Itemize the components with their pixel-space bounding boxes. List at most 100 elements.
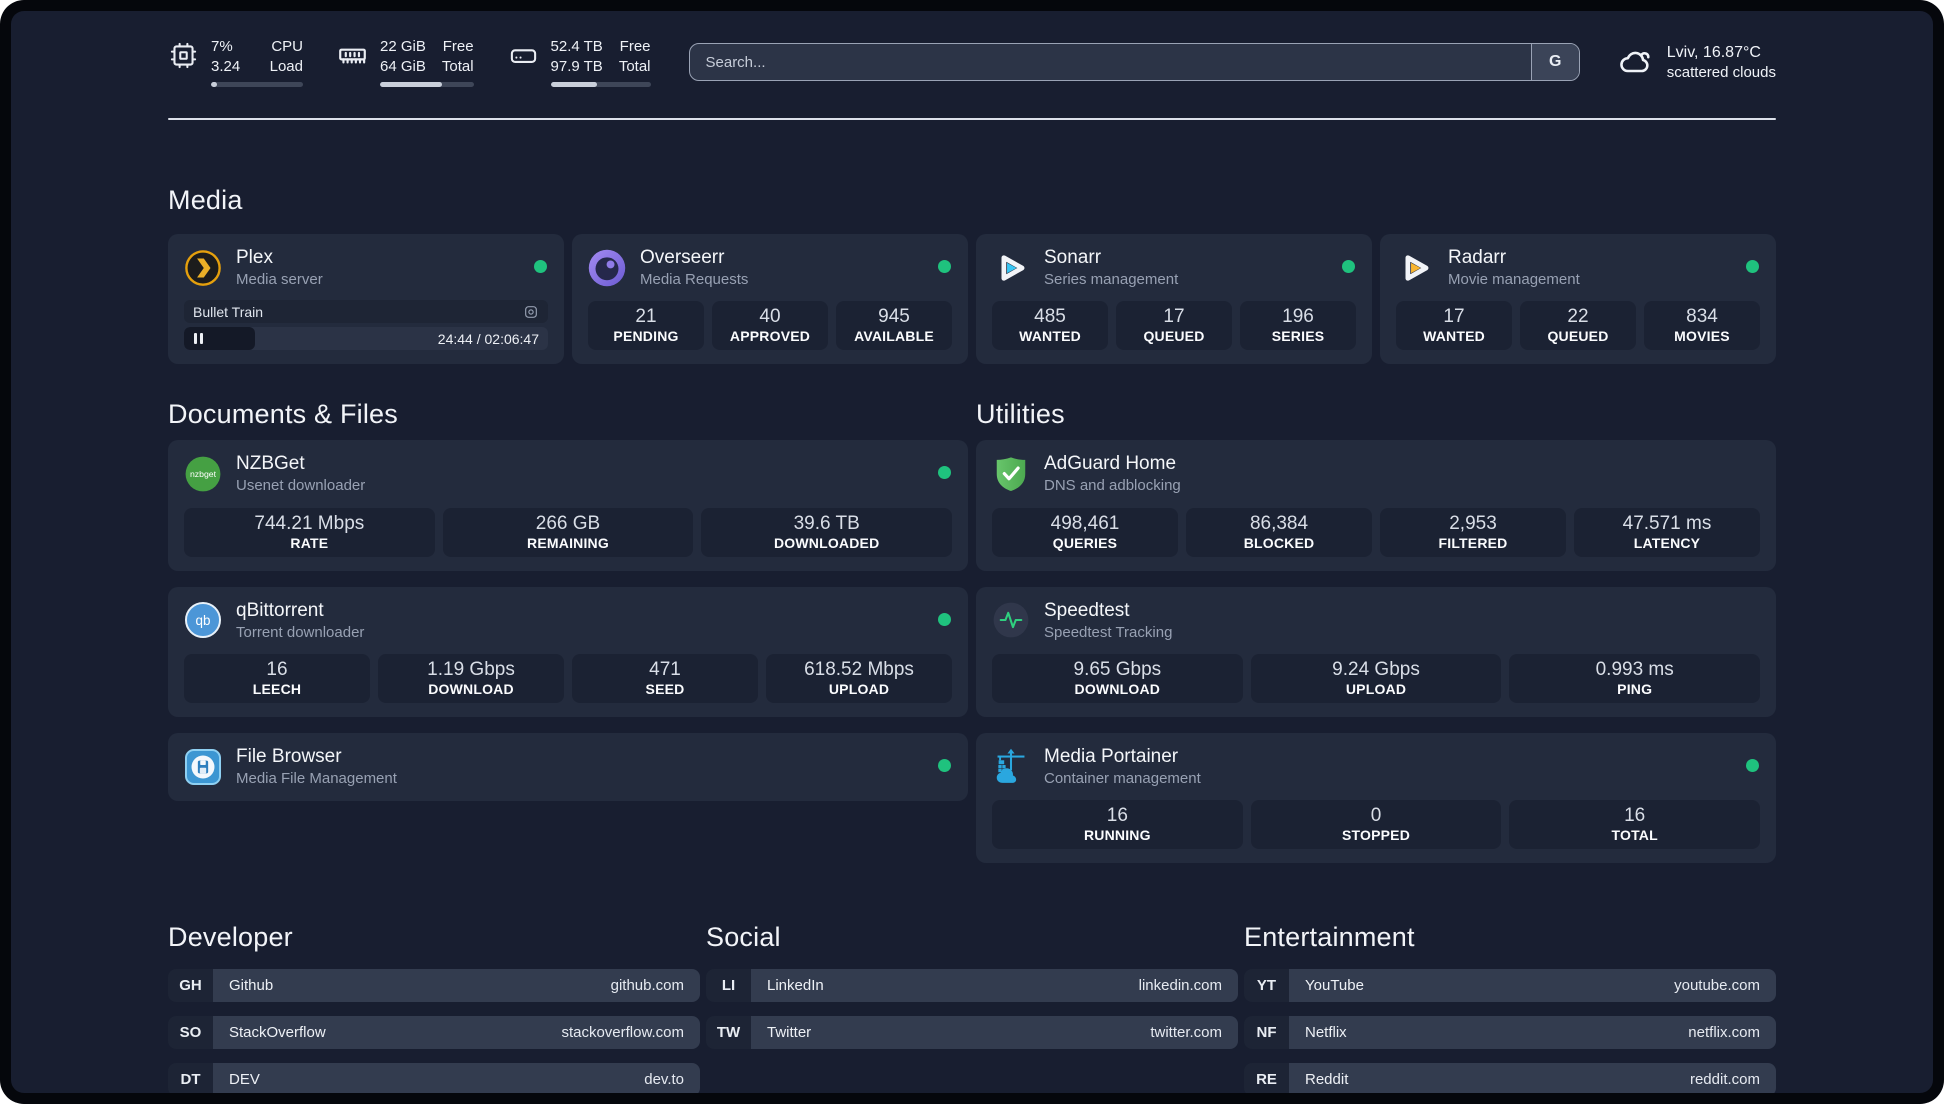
app-title: Speedtest xyxy=(1044,599,1130,621)
stat-value: 17 xyxy=(1163,306,1185,328)
stat-value: 618.52 Mbps xyxy=(804,659,914,681)
stat-tile: 9.24 Gbps UPLOAD xyxy=(1250,654,1502,704)
stat-tile: 16 LEECH xyxy=(184,654,370,704)
bookmarks-social: Social LI LinkedIn linkedin.com TW Twitter twi… xyxy=(706,921,1238,1050)
card-overseerr[interactable]: Overseerr Media Requests 21 PENDING 40 APPROV… xyxy=(572,234,968,365)
card-speedtest[interactable]: Speedtest Speedtest Tracking 9.65 Gbps DOWN… xyxy=(976,586,1776,718)
stat-tile: 196 SERIES xyxy=(1240,301,1356,351)
bookmark-abbr: NF xyxy=(1244,1016,1289,1050)
header-bar: 7% 3.24 CPU Load 22 GiB 64 GiB Free Tota… xyxy=(168,35,1776,89)
bookmark-dev[interactable]: DT DEV dev.to xyxy=(168,1063,700,1093)
card-media-portainer[interactable]: Media Portainer Container management 16 RUN… xyxy=(976,733,1776,864)
bookmark-github[interactable]: GH Github github.com xyxy=(168,969,700,1003)
ram-progress-bar xyxy=(380,81,474,87)
cloud-icon xyxy=(1618,44,1654,80)
search-input[interactable] xyxy=(689,44,1531,80)
dashboard-app: 7% 3.24 CPU Load 22 GiB 64 GiB Free Tota… xyxy=(11,11,1933,1093)
bookmark-abbr: TW xyxy=(706,1016,751,1050)
app-title: Media Portainer xyxy=(1044,746,1179,768)
ram-icon xyxy=(337,40,368,71)
bookmark-url: netflix.com xyxy=(1688,1024,1760,1042)
cpu-load-label: Load xyxy=(269,58,303,75)
bookmark-youtube[interactable]: YT YouTube youtube.com xyxy=(1244,969,1776,1003)
bookmark-reddit[interactable]: RE Reddit reddit.com xyxy=(1244,1063,1776,1093)
stat-value: 47.571 ms xyxy=(1622,512,1712,534)
stat-value: 22 xyxy=(1567,306,1589,328)
stat-value: 16 xyxy=(1624,805,1646,827)
app-subtitle: Media Requests xyxy=(640,270,749,288)
app-subtitle: Media server xyxy=(236,270,323,288)
bookmark-stackoverflow[interactable]: SO StackOverflow stackoverflow.com xyxy=(168,1016,700,1050)
disk-icon xyxy=(508,40,539,71)
stat-tile: 16 TOTAL xyxy=(1509,800,1761,850)
header-divider xyxy=(168,118,1776,120)
stat-value: 196 xyxy=(1282,306,1314,328)
stat-value: 16 xyxy=(1106,805,1128,827)
card-radarr[interactable]: Radarr Movie management 17 WANTED 22 QUEUED 83… xyxy=(1380,234,1776,365)
app-subtitle: Movie management xyxy=(1448,270,1580,288)
stat-tile: 17 QUEUED xyxy=(1116,301,1232,351)
bookmark-url: linkedin.com xyxy=(1138,977,1222,995)
ram-total-value: 64 GiB xyxy=(380,58,426,75)
playback-time: 24:44 / 02:06:47 xyxy=(437,330,539,347)
card-nzbget[interactable]: nzbget NZBGet Usenet downloader 744.21 Mbps… xyxy=(168,440,968,571)
video-icon xyxy=(523,304,539,320)
card-plex[interactable]: Plex Media server Bullet Train 24:44 / 02:0… xyxy=(168,234,564,365)
disk-total-label: Total xyxy=(618,58,651,75)
card-file-browser[interactable]: File Browser Media File Management xyxy=(168,733,968,802)
bookmark-abbr: DT xyxy=(168,1063,213,1093)
weather-location-temp: Lviv, 16.87°C xyxy=(1666,43,1761,61)
bookmark-twitter[interactable]: TW Twitter twitter.com xyxy=(706,1016,1238,1050)
stat-tile: 744.21 Mbps RATE xyxy=(184,507,435,557)
disk-total-value: 97.9 TB xyxy=(550,58,603,75)
stat-label: BLOCKED xyxy=(1243,534,1315,551)
stat-label: FILTERED xyxy=(1438,534,1508,551)
stat-tile: 498,461 QUERIES xyxy=(992,507,1178,557)
cpu-load-value: 3.24 xyxy=(211,58,241,75)
search-bar: G xyxy=(688,43,1580,81)
stat-value: 266 GB xyxy=(535,512,601,534)
card-adguard-home[interactable]: AdGuard Home DNS and adblocking 498,461 QUE… xyxy=(976,440,1776,571)
stat-tile: 834 MOVIES xyxy=(1644,301,1760,351)
disk-stat: 52.4 TB 97.9 TB Free Total xyxy=(508,37,651,87)
stat-label: LEECH xyxy=(252,681,302,698)
stat-label: SEED xyxy=(645,681,685,698)
cpu-progress-bar xyxy=(211,81,303,87)
cpu-usage-value: 7% xyxy=(211,38,233,56)
filebrowser-icon xyxy=(184,748,222,786)
stat-tile: 40 APPROVED xyxy=(712,301,828,351)
stat-value: 39.6 TB xyxy=(793,512,860,534)
cpu-stat: 7% 3.24 CPU Load xyxy=(168,37,303,87)
stat-tile: 471 SEED xyxy=(572,654,758,704)
app-subtitle: Media File Management xyxy=(236,769,397,787)
pause-icon xyxy=(194,333,203,345)
stat-tile: 0.993 ms PING xyxy=(1509,654,1761,704)
stat-value: 485 xyxy=(1034,306,1066,328)
stat-tile: 0 STOPPED xyxy=(1250,800,1502,850)
bookmark-linkedin[interactable]: LI LinkedIn linkedin.com xyxy=(706,969,1238,1003)
bookmark-netflix[interactable]: NF Netflix netflix.com xyxy=(1244,1016,1776,1050)
section-title-social: Social xyxy=(706,922,781,953)
search-engine-button[interactable]: G xyxy=(1530,44,1579,80)
bookmark-name: DEV xyxy=(229,1071,260,1089)
bookmark-sections: Developer GH Github github.com SO StackOverfl… xyxy=(168,921,1776,1093)
bookmark-name: StackOverflow xyxy=(229,1024,326,1042)
stat-label: SERIES xyxy=(1271,328,1325,345)
stat-label: WANTED xyxy=(1019,328,1081,345)
weather-widget: Lviv, 16.87°C scattered clouds xyxy=(1618,42,1776,83)
section-title-documents-files: Documents & Files xyxy=(168,399,398,430)
weather-condition: scattered clouds xyxy=(1666,63,1776,81)
card-qbittorrent[interactable]: qb qBittorrent Torrent downloader 16 LEECH 1.… xyxy=(168,586,968,718)
system-stats: 7% 3.24 CPU Load 22 GiB 64 GiB Free Tota… xyxy=(168,37,651,87)
app-subtitle: Series management xyxy=(1044,270,1179,288)
qbittorrent-icon: qb xyxy=(184,601,222,639)
stat-tile: 9.65 Gbps DOWNLOAD xyxy=(992,654,1243,704)
bookmark-url: twitter.com xyxy=(1150,1024,1222,1042)
status-dot xyxy=(938,612,951,626)
stat-value: 0.993 ms xyxy=(1595,659,1674,681)
app-subtitle: Container management xyxy=(1044,769,1201,787)
stat-label: TOTAL xyxy=(1611,827,1658,844)
card-sonarr[interactable]: Sonarr Series management 485 WANTED 17 QUEUED… xyxy=(976,234,1372,365)
plex-icon xyxy=(184,249,222,287)
bookmark-url: youtube.com xyxy=(1674,977,1760,995)
